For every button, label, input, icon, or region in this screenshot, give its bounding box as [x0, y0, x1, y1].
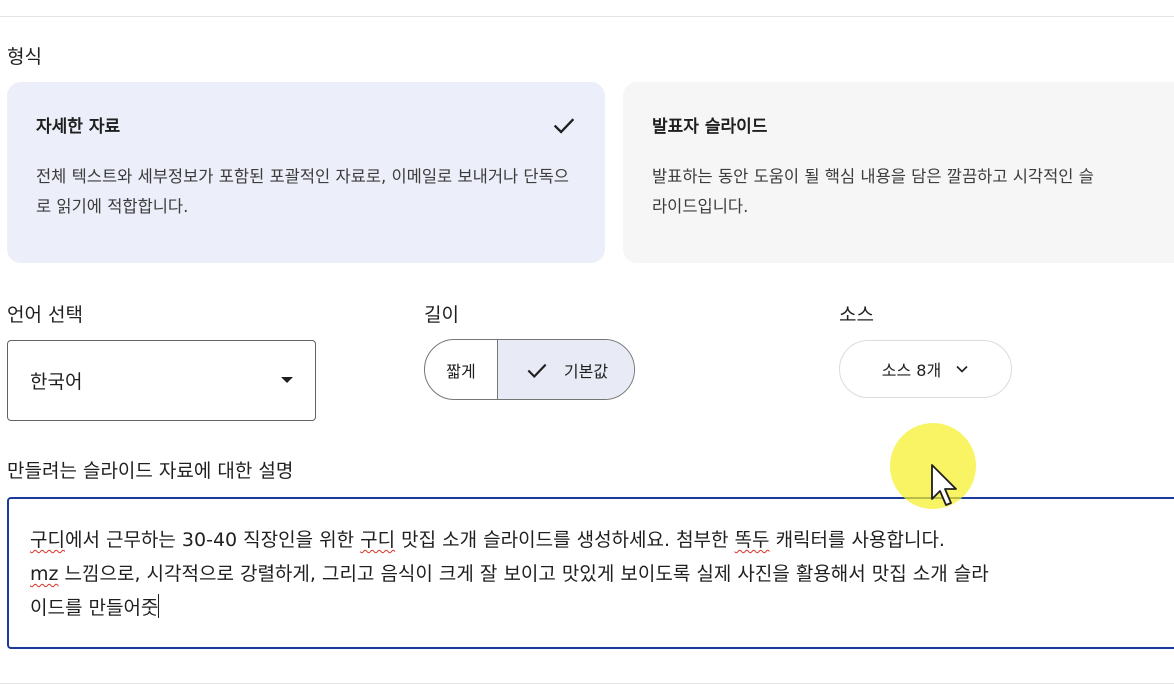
mouse-pointer-icon	[931, 464, 957, 506]
misspelled-word: 구디	[30, 529, 65, 551]
misspelled-word: 구디	[360, 529, 396, 551]
text-run: 캐릭터를 사용합니다.	[769, 529, 945, 551]
format-option-description: 발표하는 동안 도움이 될 핵심 내용을 담은 깔끔하고 시각적인 슬 라이드입…	[652, 162, 1094, 222]
language-select[interactable]: 한국어	[7, 340, 316, 421]
description-text: 구디에서 근무하는 30-40 직장인을 위한 구디 맛집 소개 슬라이드를 생…	[30, 523, 989, 625]
source-label: 소스	[839, 304, 874, 326]
description-line: 라이드입니다.	[652, 197, 749, 216]
check-icon	[527, 363, 547, 378]
description-line: mz 느낌으로, 시각적으로 강렬하게, 그리고 음식이 크게 잘 보이고 맛있…	[30, 557, 989, 591]
source-button-label: 소스 8개	[881, 361, 942, 380]
format-label: 형식	[7, 46, 42, 68]
length-option-short[interactable]: 짧게	[425, 340, 498, 399]
length-option-default[interactable]: 기본값	[498, 340, 634, 399]
chevron-down-icon	[956, 365, 968, 373]
misspelled-word: mz	[30, 563, 59, 585]
length-option-label: 짧게	[446, 361, 476, 381]
misspelled-word: 똑두	[734, 529, 770, 551]
bottom-divider	[0, 683, 1174, 684]
format-option-presenter-slides[interactable]: 발표자 슬라이드 발표하는 동안 도움이 될 핵심 내용을 담은 깔끔하고 시각…	[623, 82, 1174, 263]
length-toggle: 짧게 기본값	[424, 339, 635, 400]
description-textarea[interactable]: 구디에서 근무하는 30-40 직장인을 위한 구디 맛집 소개 슬라이드를 생…	[7, 497, 1174, 649]
text-run: 맛집 소개 슬라이드를 생성하세요. 첨부한	[395, 529, 735, 551]
length-option-label: 기본값	[563, 361, 609, 381]
description-label: 만들려는 슬라이드 자료에 대한 설명	[7, 460, 294, 482]
text-caret	[158, 594, 160, 618]
length-label: 길이	[424, 304, 459, 326]
text-run: 느낌으로, 시각적으로 강렬하게, 그리고 음식이 크게 잘 보이고 맛있게 보…	[58, 563, 989, 585]
source-button[interactable]: 소스 8개	[839, 340, 1012, 398]
format-option-title: 발표자 슬라이드	[652, 117, 768, 137]
format-option-detailed[interactable]: 자세한 자료 전체 텍스트와 세부정보가 포함된 포괄적인 자료로, 이메일로 …	[7, 82, 605, 263]
text-run: 줏	[140, 597, 159, 619]
description-line: 구디에서 근무하는 30-40 직장인을 위한 구디 맛집 소개 슬라이드를 생…	[30, 523, 989, 557]
dropdown-arrow-icon	[281, 377, 293, 383]
language-label: 언어 선택	[7, 304, 83, 326]
description-line: 이드를 만들어줏	[30, 591, 989, 625]
check-icon	[553, 118, 575, 134]
language-select-value: 한국어	[30, 371, 83, 393]
text-run: 에서 근무하는 30-40 직장인을 위한	[64, 529, 361, 551]
description-line: 발표하는 동안 도움이 될 핵심 내용을 담은 깔끔하고 시각적인 슬	[652, 167, 1094, 186]
format-option-description: 전체 텍스트와 세부정보가 포함된 포괄적인 자료로, 이메일로 보내거나 단독…	[36, 167, 569, 216]
format-option-title: 자세한 자료	[36, 117, 121, 137]
top-divider	[0, 16, 1174, 17]
text-run: 이드를 만들어	[30, 597, 141, 619]
